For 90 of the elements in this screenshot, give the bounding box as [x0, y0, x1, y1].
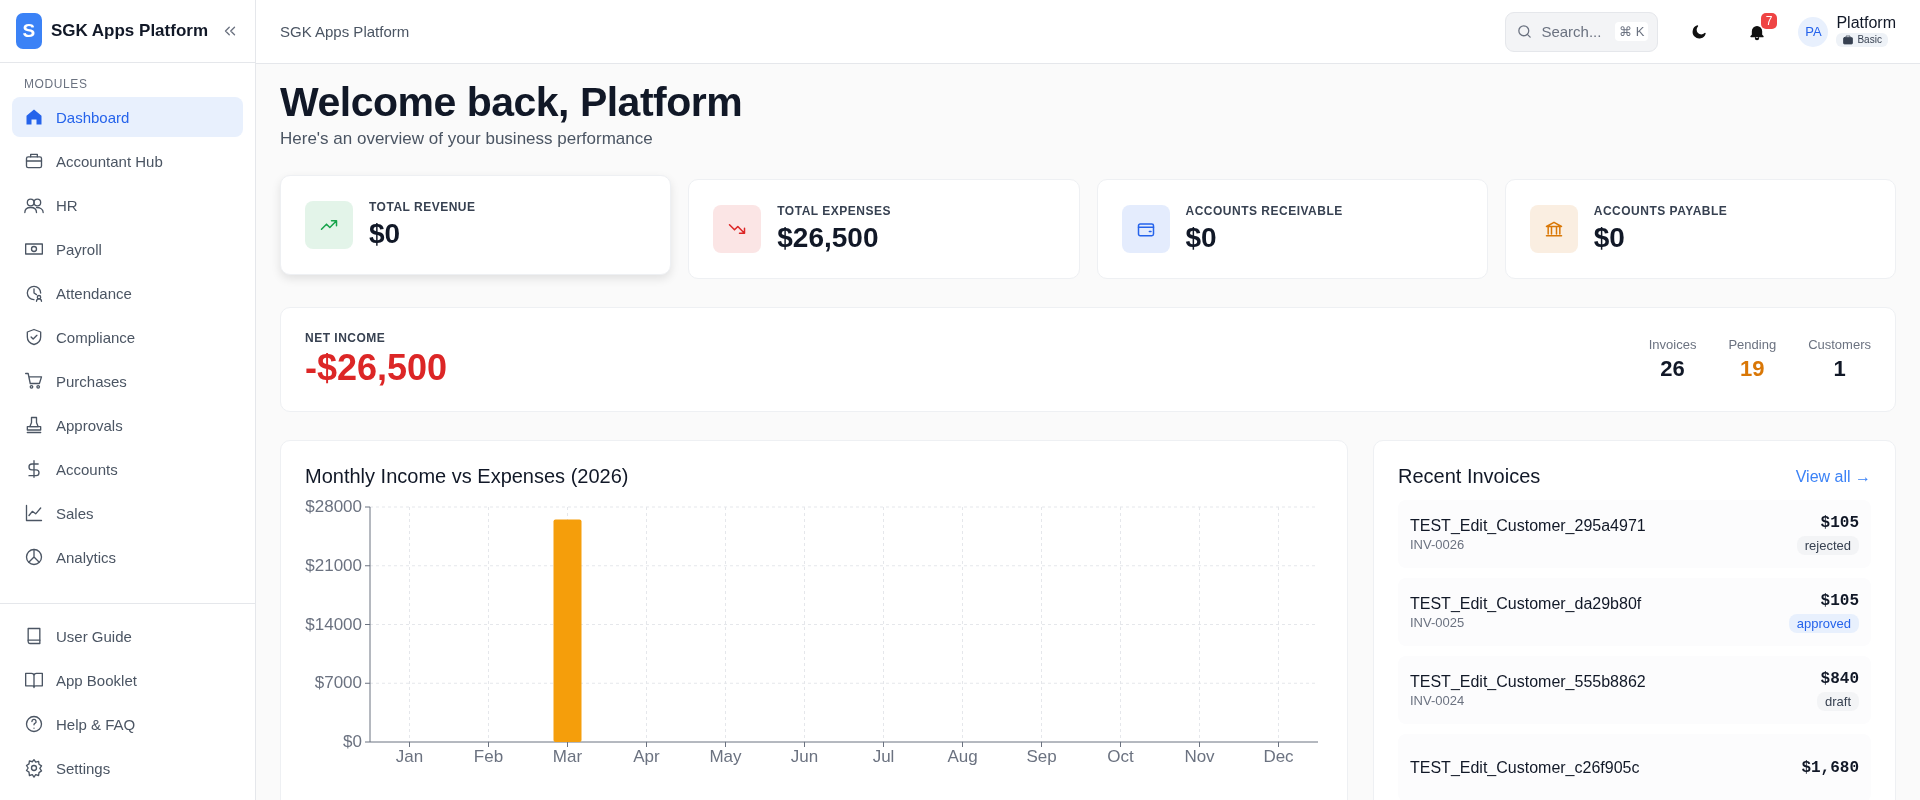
stat-label: Invoices	[1648, 337, 1697, 353]
stat-value: $0	[1593, 222, 1626, 255]
x-tick-label: Nov	[1184, 747, 1215, 767]
sidebar-item[interactable]: App Booklet	[12, 660, 243, 700]
settings-icon	[24, 758, 44, 778]
app-logo: S	[16, 13, 42, 49]
open-book-icon	[24, 670, 44, 690]
cart-icon	[24, 371, 44, 391]
stat-value: 19	[1739, 356, 1766, 383]
shield-check-icon	[24, 327, 44, 347]
stat-label: TOTAL REVENUE	[369, 200, 476, 215]
status-badge: approved	[1788, 613, 1859, 633]
sidebar-item[interactable]: Dashboard	[12, 97, 243, 137]
x-tick-label: Sep	[1026, 747, 1057, 767]
y-tick-label: $0	[343, 732, 362, 752]
x-tick-label: Jun	[790, 747, 819, 767]
help-icon	[24, 714, 44, 734]
x-tick-label: Oct	[1107, 747, 1134, 767]
sidebar-item[interactable]: Settings	[12, 748, 243, 788]
breadcrumb: SGK Apps Platform	[280, 23, 410, 40]
y-tick-label: $28000	[305, 500, 362, 517]
invoice-number: INV-0025	[1410, 614, 1466, 630]
invoice-amount: $105	[1820, 513, 1859, 532]
x-tick-label: Dec	[1263, 747, 1294, 767]
sidebar-item[interactable]: User Guide	[12, 616, 243, 656]
x-tick-label: Feb	[473, 747, 504, 767]
sidebar-item[interactable]: Accountant Hub	[12, 141, 243, 181]
briefcase-icon	[1842, 33, 1855, 46]
customer-name: TEST_Edit_Customer_c26f905c	[1410, 759, 1640, 778]
pie-chart-icon	[24, 547, 44, 567]
x-tick-label: May	[709, 747, 742, 767]
sidebar-item[interactable]: Payroll	[12, 229, 243, 269]
y-tick-label: $21000	[305, 555, 362, 575]
customer-name: TEST_Edit_Customer_da29b80f	[1410, 594, 1642, 613]
stat-value: 1	[1832, 356, 1847, 383]
stat-value: $26,500	[777, 222, 880, 255]
search-icon	[1516, 22, 1534, 40]
briefcase-icon	[24, 151, 44, 171]
status-badge: rejected	[1796, 535, 1859, 555]
house-icon	[24, 107, 44, 127]
sidebar-item[interactable]: Sales	[12, 493, 243, 533]
stat-value: $0	[369, 218, 402, 251]
stat-label: Customers	[1808, 337, 1871, 353]
stat-label: Pending	[1728, 337, 1777, 353]
net-income-label: NET INCOME	[305, 330, 387, 345]
x-tick-label: Jan	[395, 747, 424, 767]
sidebar-item[interactable]: Accounts	[12, 449, 243, 489]
invoice-amount: $105	[1820, 591, 1859, 610]
notification-count: 7	[1760, 12, 1778, 29]
invoice-number: INV-0024	[1410, 692, 1466, 708]
invoice-amount: $840	[1820, 669, 1859, 688]
clock-user-icon	[24, 283, 44, 303]
sidebar-item[interactable]: Attendance	[12, 273, 243, 313]
x-tick-label: Aug	[947, 747, 978, 767]
invoice-number: INV-0026	[1410, 536, 1466, 552]
y-tick-label: $14000	[305, 614, 362, 634]
sidebar-item[interactable]: Analytics	[12, 537, 243, 577]
moon-icon	[1690, 22, 1709, 41]
stat-value: 26	[1659, 356, 1686, 383]
x-tick-label: Apr	[633, 747, 660, 767]
notifications-button[interactable]: 7	[1740, 14, 1775, 49]
sidebar-item[interactable]: Help & FAQ	[12, 704, 243, 744]
stat-label: TOTAL EXPENSES	[777, 204, 891, 219]
line-chart-icon	[24, 503, 44, 523]
status-badge: draft	[1817, 691, 1859, 711]
user-name: Platform	[1836, 13, 1896, 32]
x-tick-label: Mar	[552, 747, 583, 767]
sidebar-item[interactable]: Purchases	[12, 361, 243, 401]
page-title: Welcome back, Platform	[280, 78, 744, 127]
y-tick-label: $7000	[314, 673, 362, 693]
card-title: Recent Invoices	[1398, 465, 1541, 489]
chart-title: Monthly Income vs Expenses (2026)	[305, 465, 630, 489]
page-subtitle: Here's an overview of your business performance	[280, 129, 654, 150]
stamp-icon	[24, 415, 44, 435]
stat-value: $0	[1185, 222, 1218, 255]
section-label: MODULES	[23, 77, 89, 93]
sidebar-item[interactable]: HR	[12, 185, 243, 225]
stat-label: ACCOUNTS PAYABLE	[1593, 204, 1728, 219]
stat-label: ACCOUNTS RECEIVABLE	[1185, 204, 1343, 219]
sidebar-item[interactable]: Compliance	[12, 317, 243, 357]
customer-name: TEST_Edit_Customer_555b8862	[1410, 672, 1646, 691]
avatar[interactable]: PA	[1798, 16, 1829, 47]
invoice-amount: $1,680	[1801, 759, 1859, 778]
net-income-value: -$26,500	[305, 346, 448, 389]
plan-badge: Basic	[1836, 32, 1888, 47]
x-tick-label: Jul	[872, 747, 895, 767]
view-all-link[interactable]: View all →	[1795, 467, 1871, 486]
sidebar-item[interactable]: Approvals	[12, 405, 243, 445]
app-name: SGK Apps Platform	[50, 21, 208, 41]
customer-name: TEST_Edit_Customer_295a4971	[1410, 516, 1646, 535]
